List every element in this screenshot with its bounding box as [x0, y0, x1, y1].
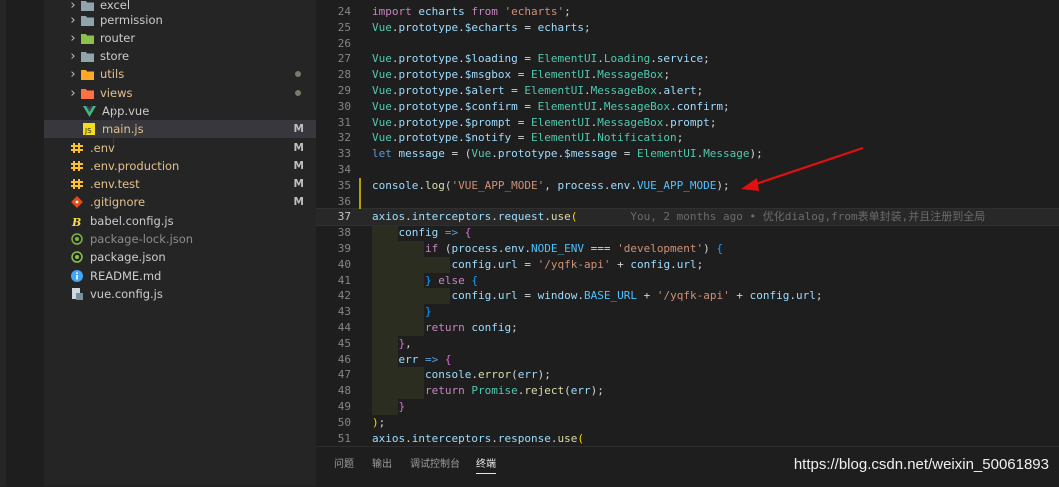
tree-item-label: package.json [90, 250, 166, 264]
panel-tab-2[interactable]: 调试控制台 [410, 455, 460, 470]
tree-file-main-js[interactable]: JS main.js M [44, 120, 316, 138]
tree-file-env-production[interactable]: .env.production M [44, 157, 316, 175]
activity-bar [0, 0, 6, 486]
tree-item-label: README.md [90, 269, 162, 283]
tree-file-package-lock-json[interactable]: package-lock.json [44, 230, 316, 248]
arrow-head [741, 178, 759, 191]
tree-item-label: .env [90, 141, 115, 155]
tree-file-readme-md[interactable]: README.md [44, 267, 316, 285]
panel-tab-1[interactable]: 输出 [372, 455, 392, 470]
code-editor[interactable]: 24 import echarts from 'echarts'; 25 Vue.pr… [316, 0, 1059, 446]
git-modified-badge: M [293, 142, 304, 154]
tree-folder-utils[interactable]: › utils [44, 65, 316, 83]
env-file-icon [70, 159, 84, 173]
annotation-arrow [741, 146, 864, 191]
tree-item-label: permission [100, 13, 163, 27]
chevron-right-icon[interactable]: › [66, 31, 80, 46]
js-file-icon: JS [82, 122, 96, 136]
arrow-shaft [752, 146, 864, 187]
tree-folder-views[interactable]: › views [44, 84, 316, 102]
changes-dot-icon [295, 71, 301, 77]
tree-folder-router[interactable]: › router [44, 29, 316, 47]
tree-item-label: .env.production [90, 159, 180, 173]
npm-lock-file-icon [70, 232, 84, 246]
panel-tab-3[interactable]: 终端 [476, 455, 496, 474]
tree-item-label: .gitignore [90, 195, 146, 209]
views-folder-icon [80, 86, 94, 100]
file-explorer: › excel › permission › router › store › utils › vie… [44, 0, 316, 486]
git-modified-badge: M [293, 123, 304, 135]
tree-file-env[interactable]: .env M [44, 139, 316, 157]
tree-item-label: .env.test [90, 177, 140, 191]
folder-icon [80, 13, 94, 27]
tree-file-gitignore[interactable]: .gitignore M [44, 193, 316, 211]
env-file-icon [70, 177, 84, 191]
tree-item-label: utils [100, 67, 125, 81]
tree-file-vue-config-js[interactable]: vue.config.js [44, 285, 316, 303]
env-file-icon [70, 141, 84, 155]
tree-folder-store[interactable]: › store [44, 47, 316, 65]
tree-item-label: vue.config.js [90, 287, 163, 301]
panel-tab-0[interactable]: 问题 [334, 455, 354, 470]
git-file-icon [70, 195, 84, 209]
router-folder-icon [80, 31, 94, 45]
git-modified-badge: M [293, 196, 304, 208]
tree-file-env-test[interactable]: .env.test M [44, 175, 316, 193]
tree-item-label: views [100, 86, 133, 100]
babel-file-icon: B [70, 214, 84, 228]
tree-item-label: babel.config.js [90, 214, 174, 228]
info-file-icon [70, 269, 84, 283]
chevron-right-icon[interactable]: › [66, 86, 80, 101]
config-file-icon [70, 287, 84, 301]
vue-file-icon [82, 104, 96, 118]
indent-guide [113, 105, 114, 145]
chevron-right-icon[interactable]: › [66, 49, 80, 64]
tree-item-label: store [100, 49, 130, 63]
tree-item-label: main.js [102, 122, 144, 136]
tree-file-app-vue[interactable]: App.vue [44, 102, 316, 120]
tree-file-package-json[interactable]: package.json [44, 248, 316, 266]
svg-text:B: B [71, 216, 81, 227]
git-modified-badge: M [293, 160, 304, 172]
chevron-right-icon[interactable]: › [66, 67, 80, 82]
git-modified-badge: M [293, 178, 304, 190]
chevron-right-icon[interactable]: › [66, 13, 80, 28]
watermark: https://blog.csdn.net/weixin_50061893 [793, 456, 1049, 473]
tree-file-babel-config-js[interactable]: Bbabel.config.js [44, 212, 316, 230]
svg-text:JS: JS [84, 127, 92, 135]
tree-item-label: package-lock.json [90, 232, 194, 246]
changes-dot-icon [295, 90, 301, 96]
tree-folder-permission[interactable]: › permission [44, 11, 316, 29]
folder-icon [80, 49, 94, 63]
tree-item-label: App.vue [102, 104, 150, 118]
npm-file-icon [70, 250, 84, 264]
utils-folder-icon [80, 67, 94, 81]
tree-item-label: router [100, 31, 136, 45]
